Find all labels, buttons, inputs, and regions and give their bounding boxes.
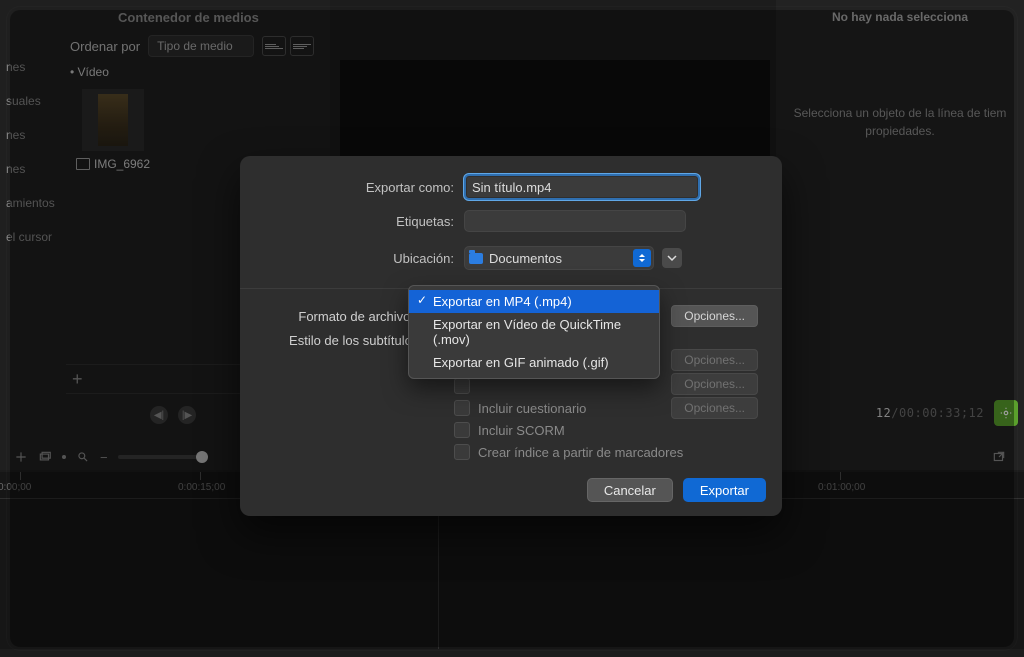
cancel-button[interactable]: Cancelar [587,478,673,502]
export-button[interactable]: Exportar [683,478,766,502]
format-option-mp4[interactable]: Exportar en MP4 (.mp4) [409,290,659,313]
tags-input[interactable] [464,210,686,232]
export-dialog: Exportar como: Etiquetas: Ubicación: Doc… [240,156,782,516]
folder-icon [469,253,483,264]
quiz-label: Incluir cuestionario [478,401,586,416]
file-format-label: Formato de archivo: [264,309,424,324]
location-label: Ubicación: [264,251,464,266]
scorm-label: Incluir SCORM [478,423,565,438]
quiz-options-button[interactable]: Opciones... [671,373,758,395]
filename-input[interactable] [464,174,700,200]
expand-save-panel-button[interactable] [662,248,682,268]
location-popup[interactable]: Documentos [464,246,654,270]
subtitle-style-label: Estilo de los subtítulos: [264,333,432,348]
tags-label: Etiquetas: [264,214,464,229]
index-label: Crear índice a partir de marcadores [478,445,683,460]
format-options-button[interactable]: Opciones... [671,305,758,327]
stepper-icon [633,249,651,267]
quiz-checkbox-label [478,379,482,394]
format-option-mov[interactable]: Exportar en Vídeo de QuickTime (.mov) [409,313,659,351]
quiz-checkbox[interactable] [454,400,470,416]
file-format-dropdown[interactable]: Exportar en MP4 (.mp4) Exportar en Vídeo… [408,285,660,379]
format-option-gif[interactable]: Exportar en GIF animado (.gif) [409,351,659,374]
export-as-label: Exportar como: [264,180,464,195]
scorm-checkbox[interactable] [454,422,470,438]
scorm-options-button[interactable]: Opciones... [671,397,758,419]
index-checkbox[interactable] [454,444,470,460]
subtitle-options-button[interactable]: Opciones... [671,349,758,371]
quiz-checkbox[interactable] [454,378,470,394]
